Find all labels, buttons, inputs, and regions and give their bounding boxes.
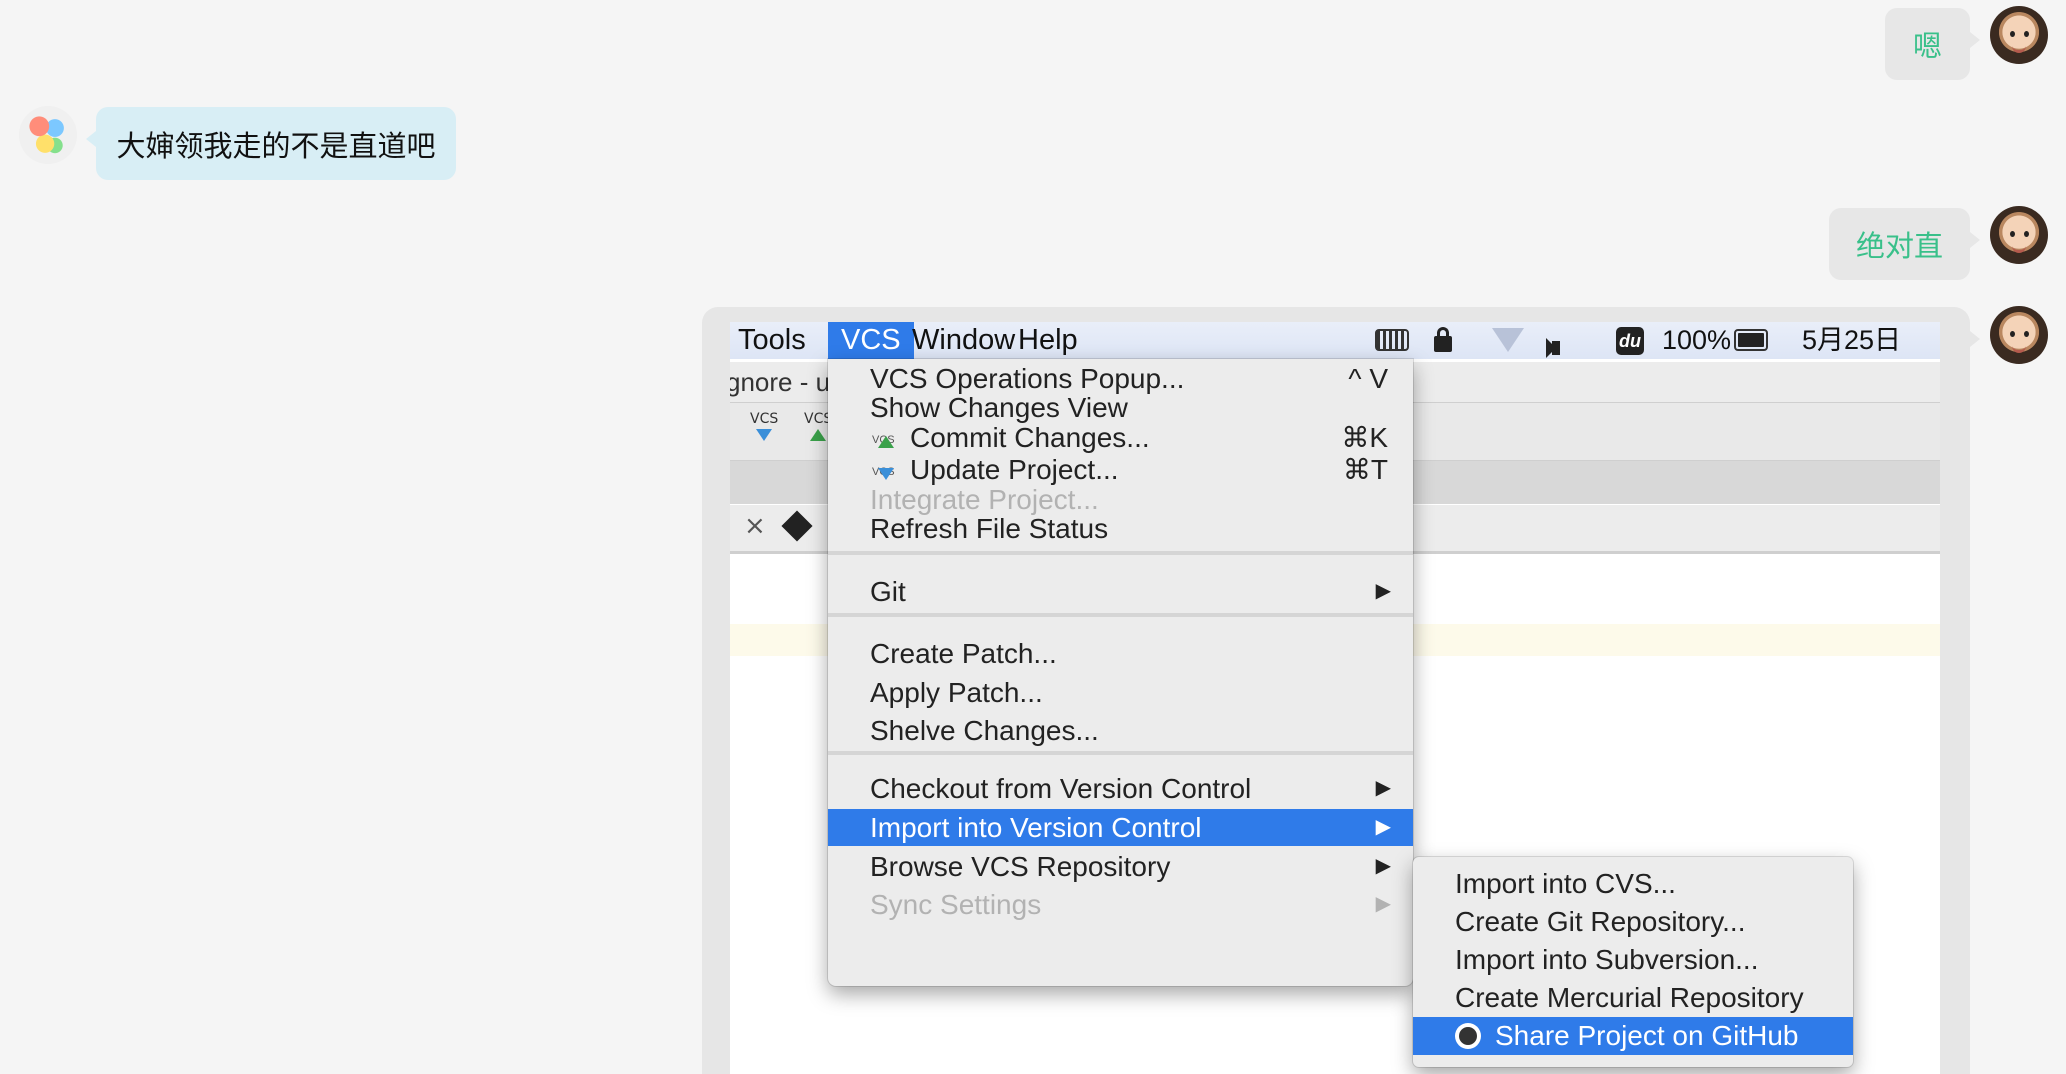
diamond-icon[interactable] [1492,328,1524,352]
contact-avatar[interactable] [19,106,77,164]
submenu-item-create-mercurial-repository[interactable]: Create Mercurial Repository [1413,979,1853,1017]
chat-bubble-sent[interactable]: 嗯 [1885,8,1980,80]
menu-help[interactable]: Help [1005,322,1091,359]
menu-separator [828,751,1413,755]
submenu-item-share-on-github[interactable]: Share Project on GitHub [1413,1017,1853,1055]
menu-item-create-patch[interactable]: Create Patch... [828,635,1413,672]
screenshot-message-bubble[interactable]: gnore - u VCS VCS × Tools VCS Window Hel… [702,307,1980,1074]
vcs-update-toolbar-icon[interactable]: VCS [750,411,778,441]
mac-menubar: Tools VCS Window Help du 100% 5月25日 [730,322,1940,359]
submenu-item-import-into-cvs[interactable]: Import into CVS... [1413,865,1853,903]
battery-percent[interactable]: 100% [1662,322,1731,359]
menu-item-import-into-vcs[interactable]: Import into Version Control ▶ [828,809,1413,846]
submenu-arrow-icon: ▶ [1375,777,1391,799]
user-avatar[interactable] [1990,306,2048,364]
submenu-arrow-icon: ▶ [1375,816,1391,838]
user-avatar[interactable] [1990,6,2048,64]
menu-item-checkout-from-vcs[interactable]: Checkout from Version Control ▶ [828,770,1413,807]
lock-shackle [1437,327,1449,339]
menu-item-shelve-changes[interactable]: Shelve Changes... [828,712,1413,749]
import-submenu: Import into CVS... Create Git Repository… [1413,857,1853,1067]
github-icon [1455,1023,1481,1049]
menu-item-apply-patch[interactable]: Apply Patch... [828,674,1413,711]
submenu-item-import-into-subversion[interactable]: Import into Subversion... [1413,941,1853,979]
menubar-date[interactable]: 5月25日 [1802,322,1901,359]
embedded-screenshot: gnore - u VCS VCS × Tools VCS Window Hel… [730,322,1940,1074]
menu-item-refresh-file-status[interactable]: Refresh File Status [828,510,1413,547]
baidu-du-icon[interactable]: du [1616,327,1644,355]
tab-close-icon[interactable]: × [744,511,766,541]
menu-item-sync-settings: Sync Settings ▶ [828,886,1413,923]
vcs-commit-icon: VCS [872,434,895,448]
chat-bubble-received[interactable]: 大婶领我走的不是直道吧 [86,107,456,180]
submenu-arrow-icon: ▶ [1375,580,1391,602]
menu-item-browse-vcs-repository[interactable]: Browse VCS Repository ▶ [828,848,1413,885]
message-text: 大婶领我走的不是直道吧 [116,128,436,163]
submenu-arrow-icon: ▶ [1375,855,1391,877]
message-text: 绝对直 [1855,229,1943,263]
menu-separator [828,551,1413,555]
menu-tools[interactable]: Tools [730,322,819,359]
battery-icon[interactable] [1734,329,1768,351]
vcs-dropdown-menu: VCS Operations Popup... ^ V Show Changes… [828,359,1413,986]
menu-item-git[interactable]: Git ▶ [828,573,1413,610]
submenu-arrow-icon: ▶ [1375,893,1391,915]
volume-icon[interactable] [1546,331,1560,364]
submenu-item-create-git-repository[interactable]: Create Git Repository... [1413,903,1853,941]
ide-title-text: gnore - u [730,367,831,397]
menu-separator [828,613,1413,617]
git-file-icon [781,510,813,542]
message-text: 嗯 [1912,29,1942,63]
user-avatar[interactable] [1990,206,2048,264]
chat-bubble-sent[interactable]: 绝对直 [1829,208,1980,280]
memory-icon[interactable] [1375,329,1409,351]
